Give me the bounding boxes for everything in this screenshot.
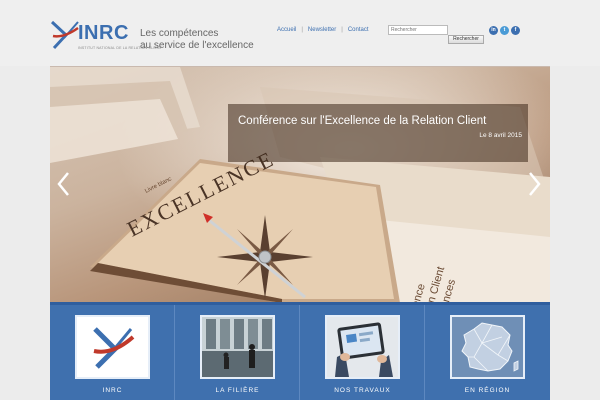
tile-label-nos-travaux[interactable]: NOS TRAVAUX — [300, 387, 425, 394]
france-map-image — [452, 317, 523, 377]
slide-date: Le 8 avril 2015 — [479, 132, 522, 139]
inrc-logo-icon — [77, 317, 148, 377]
search-form: Rechercher — [388, 25, 484, 45]
top-nav: Accueil | Newsletter | Contact — [277, 27, 369, 33]
twitter-icon[interactable]: t — [500, 26, 509, 35]
chevron-left-icon[interactable] — [56, 171, 72, 197]
slide-title[interactable]: Conférence sur l'Excellence de la Relati… — [238, 115, 486, 127]
chevron-right-icon[interactable] — [526, 171, 542, 197]
hero-image: L'Excellence la Relation Client s compét… — [50, 67, 550, 302]
nav-contact[interactable]: Contact — [348, 27, 369, 33]
office-lobby-image — [202, 317, 273, 377]
tile-la-filiere[interactable]: LA FILIÈRE — [175, 305, 300, 400]
header: INRC INSTITUT NATIONAL DE LA RELATION CL… — [0, 0, 600, 66]
nav-newsletter[interactable]: Newsletter — [308, 27, 336, 33]
tile-label-en-region[interactable]: EN RÉGION — [425, 387, 550, 394]
tile-inrc[interactable]: INRC — [50, 305, 175, 400]
search-input[interactable] — [388, 25, 448, 35]
logo-text: INRC — [78, 22, 129, 44]
tagline-line-1: Les compétences — [140, 28, 219, 39]
tagline-line-2: au service de l'excellence — [140, 40, 254, 51]
tile-image-inrc — [75, 315, 150, 379]
tagline: Les compétences au service de l'excellen… — [140, 28, 254, 52]
search-button[interactable]: Rechercher — [448, 35, 484, 44]
tile-label-inrc[interactable]: INRC — [50, 387, 175, 394]
tile-image-office — [200, 315, 275, 379]
tile-label-la-filiere[interactable]: LA FILIÈRE — [175, 387, 300, 394]
tile-image-map — [450, 315, 525, 379]
nav-separator: | — [341, 27, 343, 33]
social-links: in t f — [489, 26, 522, 36]
tile-image-tablet — [325, 315, 400, 379]
tile-en-region[interactable]: EN RÉGION — [425, 305, 550, 400]
site-logo[interactable]: INRC INSTITUT NATIONAL DE LA RELATION CL… — [50, 18, 162, 54]
linkedin-icon[interactable]: in — [489, 26, 498, 35]
tablet-image — [327, 317, 398, 377]
facebook-icon[interactable]: f — [511, 26, 520, 35]
tile-nos-travaux[interactable]: NOS TRAVAUX — [300, 305, 425, 400]
slide-caption[interactable]: Conférence sur l'Excellence de la Relati… — [228, 104, 528, 162]
inrc-logo-icon — [50, 20, 79, 50]
hero-slider[interactable]: L'Excellence la Relation Client s compét… — [50, 66, 550, 302]
feature-tiles: INRC LA FILIÈRE NOS TRAVAUX EN RÉGION — [50, 302, 550, 400]
nav-accueil[interactable]: Accueil — [277, 27, 296, 33]
nav-separator: | — [301, 27, 303, 33]
